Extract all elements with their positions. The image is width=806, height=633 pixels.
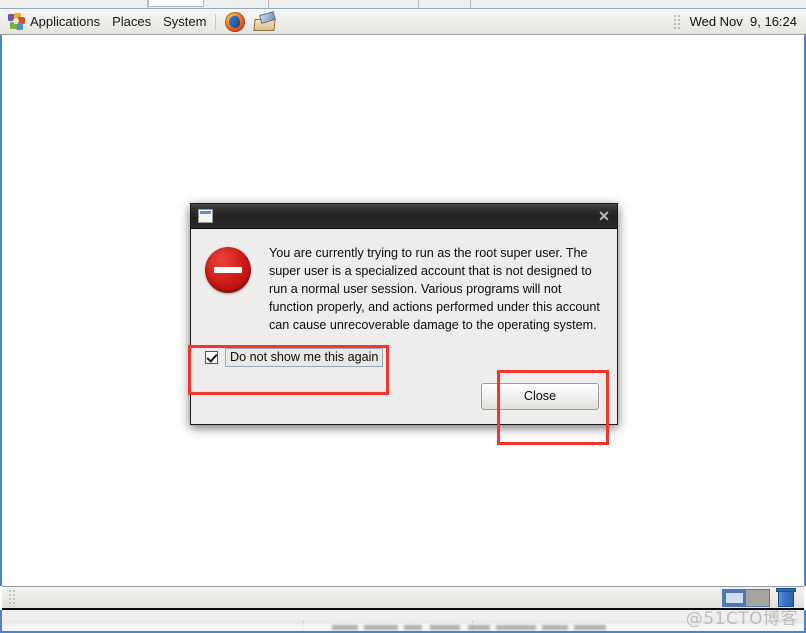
screen-root: Applications Places System Wed Nov 9, 16… (0, 0, 806, 633)
workspace-1[interactable] (723, 589, 746, 606)
dialog-titlebar[interactable]: ✕ (191, 204, 617, 229)
panel-separator (215, 13, 217, 30)
top-panel: Applications Places System Wed Nov 9, 16… (0, 9, 806, 35)
error-stop-icon (205, 247, 251, 293)
chrome-segment (204, 0, 269, 8)
gnome-applications-logo-icon (8, 13, 25, 30)
menu-applications[interactable]: Applications (0, 10, 106, 34)
firefox-icon[interactable] (225, 11, 246, 32)
menu-places[interactable]: Places (106, 10, 157, 34)
trash-can-shape (778, 592, 794, 607)
workspace-2[interactable] (746, 589, 769, 606)
outer-window-chrome-top (0, 0, 806, 9)
workspace-switcher[interactable] (722, 588, 770, 607)
top-panel-drag-grip[interactable] (672, 13, 680, 30)
close-button[interactable]: Close (481, 383, 599, 411)
trash-icon[interactable] (776, 588, 796, 607)
do-not-show-checkbox[interactable] (205, 351, 218, 365)
window-icon (198, 209, 213, 223)
menu-system[interactable]: System (157, 10, 212, 34)
dialog-action-area: Close (191, 367, 617, 424)
blurred-content-row (2, 622, 804, 631)
mail-icon[interactable] (253, 10, 277, 31)
chrome-segment (419, 0, 471, 8)
outer-window-chrome-bottom (0, 610, 806, 633)
close-icon[interactable]: ✕ (595, 207, 613, 225)
do-not-show-checkbox-row: Do not show me this again (191, 334, 617, 368)
chrome-segment (0, 0, 148, 8)
dialog-body: You are currently trying to run as the r… (191, 229, 617, 334)
do-not-show-checkbox-label[interactable]: Do not show me this again (225, 348, 384, 368)
panel-drag-grip[interactable] (8, 588, 16, 607)
chrome-tab (148, 0, 204, 7)
root-super-user-dialog: ✕ You are currently trying to run as the… (190, 203, 618, 426)
dialog-message: You are currently trying to run as the r… (269, 246, 600, 332)
chrome-segment (269, 0, 419, 8)
bottom-panel (2, 586, 804, 610)
menu-applications-label: Applications (30, 14, 101, 29)
clock-applet[interactable]: Wed Nov 9, 16:24 (690, 14, 806, 29)
menu-system-label: System (163, 14, 207, 29)
menu-places-label: Places (112, 14, 152, 29)
